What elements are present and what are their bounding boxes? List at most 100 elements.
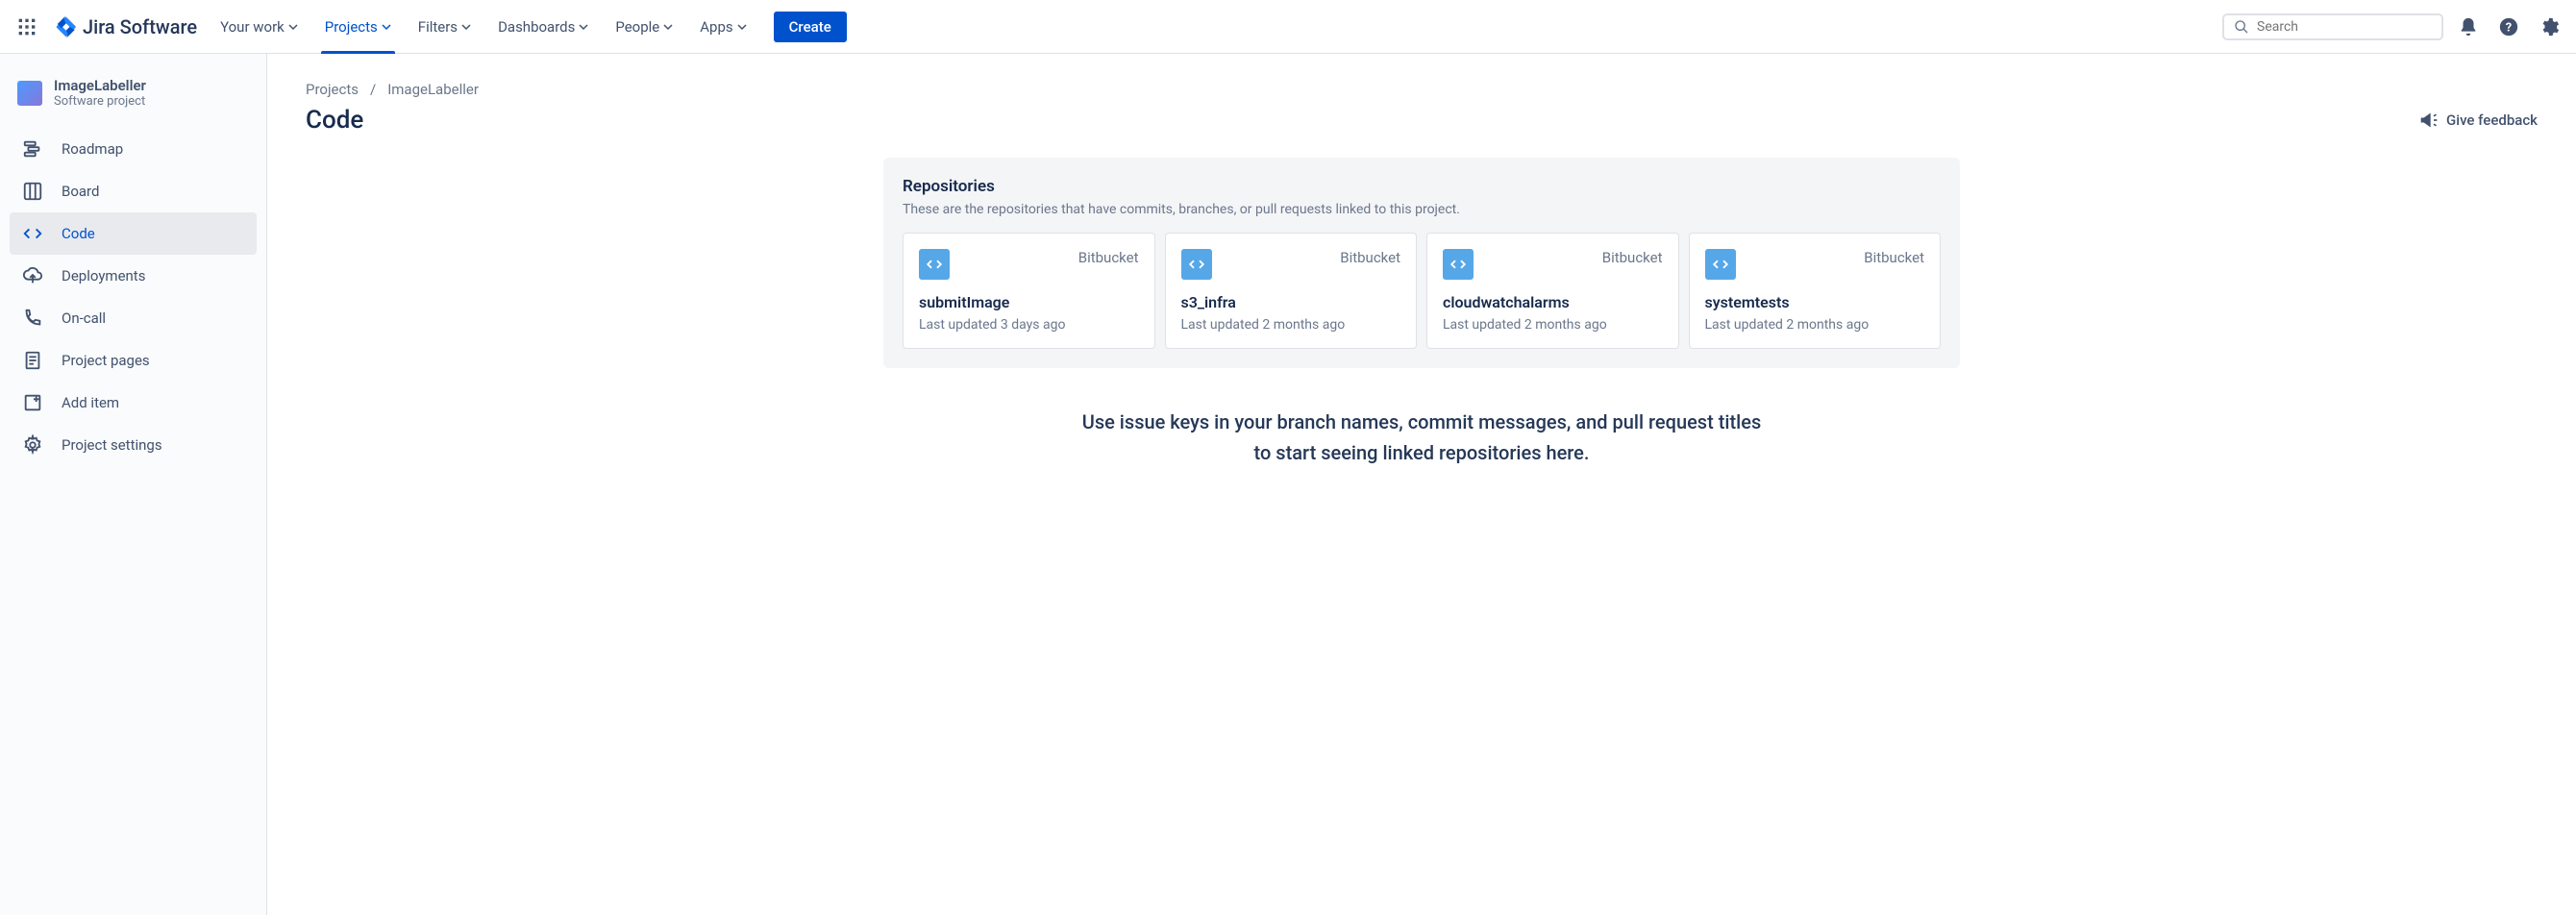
- chevron-down-icon: [461, 22, 471, 32]
- repo-card[interactable]: Bitbucket s3_infra Last updated 2 months…: [1165, 233, 1418, 349]
- hint-line-1: Use issue keys in your branch names, com…: [1028, 407, 1816, 437]
- sidebar: ImageLabeller Software project Roadmap B…: [0, 54, 267, 915]
- code-icon: [1443, 249, 1474, 280]
- logo-text: Jira Software: [83, 15, 197, 38]
- repo-updated: Last updated 2 months ago: [1705, 317, 1925, 333]
- deployments-icon: [21, 264, 44, 287]
- nav-projects[interactable]: Projects: [313, 0, 403, 54]
- repo-source: Bitbucket: [1864, 249, 1924, 266]
- nav-label: Your work: [220, 18, 285, 36]
- sidebar-item-label: Project settings: [62, 436, 162, 454]
- roadmap-icon: [21, 137, 44, 161]
- search-box[interactable]: [2222, 13, 2443, 40]
- breadcrumb-project-name[interactable]: ImageLabeller: [387, 81, 479, 98]
- sidebar-item-label: Project pages: [62, 352, 150, 369]
- chevron-down-icon: [737, 22, 747, 32]
- feedback-label: Give feedback: [2446, 111, 2538, 129]
- repo-updated: Last updated 2 months ago: [1443, 317, 1663, 333]
- sidebar-item-roadmap[interactable]: Roadmap: [10, 128, 257, 170]
- repo-card[interactable]: Bitbucket submitImage Last updated 3 day…: [903, 233, 1155, 349]
- repo-name: s3_infra: [1181, 293, 1401, 311]
- board-icon: [21, 180, 44, 203]
- settings-button[interactable]: [2534, 12, 2564, 42]
- empty-state-hint: Use issue keys in your branch names, com…: [1028, 407, 1816, 468]
- project-avatar: [17, 81, 42, 106]
- repo-source: Bitbucket: [1340, 249, 1400, 266]
- chevron-down-icon: [382, 22, 391, 32]
- sidebar-item-label: Deployments: [62, 267, 145, 284]
- app-switcher-button[interactable]: [12, 12, 42, 42]
- repo-card[interactable]: Bitbucket systemtests Last updated 2 mon…: [1689, 233, 1942, 349]
- layout: ImageLabeller Software project Roadmap B…: [0, 54, 2576, 915]
- nav-label: Projects: [325, 18, 378, 36]
- sidebar-item-label: Add item: [62, 394, 119, 411]
- nav-label: Apps: [700, 18, 732, 36]
- topnav-right: ?: [2222, 12, 2564, 42]
- breadcrumb: Projects / ImageLabeller: [306, 81, 2538, 98]
- page-header: Code Give feedback: [306, 106, 2538, 135]
- code-icon: [21, 222, 44, 245]
- repo-source: Bitbucket: [1078, 249, 1139, 266]
- sidebar-item-project-settings[interactable]: Project settings: [10, 424, 257, 466]
- repo-card[interactable]: Bitbucket cloudwatchalarms Last updated …: [1426, 233, 1679, 349]
- sidebar-item-project-pages[interactable]: Project pages: [10, 339, 257, 382]
- topnav-left: Jira Software Your work Projects Filters…: [12, 0, 847, 54]
- repositories-panel: Repositories These are the repositories …: [883, 158, 1960, 368]
- hint-line-2: to start seeing linked repositories here…: [1028, 437, 1816, 468]
- sidebar-item-label: Board: [62, 183, 99, 200]
- settings-icon: [21, 433, 44, 457]
- project-name: ImageLabeller: [54, 77, 146, 94]
- top-navigation: Jira Software Your work Projects Filters…: [0, 0, 2576, 54]
- project-header[interactable]: ImageLabeller Software project: [10, 77, 257, 128]
- search-input[interactable]: [2257, 19, 2432, 35]
- oncall-icon: [21, 307, 44, 330]
- jira-logo-icon: [54, 15, 77, 38]
- sidebar-item-board[interactable]: Board: [10, 170, 257, 212]
- sidebar-item-label: On-call: [62, 309, 106, 327]
- create-button[interactable]: Create: [774, 12, 847, 42]
- search-icon: [2234, 19, 2249, 35]
- repo-name: submitImage: [919, 293, 1139, 311]
- repo-source: Bitbucket: [1602, 249, 1663, 266]
- nav-label: Dashboards: [498, 18, 575, 36]
- nav-apps[interactable]: Apps: [688, 0, 757, 54]
- pages-icon: [21, 349, 44, 372]
- give-feedback-button[interactable]: Give feedback: [2419, 111, 2538, 130]
- nav-label: Filters: [418, 18, 458, 36]
- code-icon: [919, 249, 950, 280]
- repo-name: cloudwatchalarms: [1443, 293, 1663, 311]
- app-switcher-icon: [17, 17, 37, 37]
- bell-icon: [2458, 16, 2479, 37]
- nav-dashboards[interactable]: Dashboards: [486, 0, 600, 54]
- code-icon: [1181, 249, 1212, 280]
- gear-icon: [2539, 16, 2560, 37]
- nav-your-work[interactable]: Your work: [209, 0, 310, 54]
- repo-updated: Last updated 3 days ago: [919, 317, 1139, 333]
- breadcrumb-projects[interactable]: Projects: [306, 81, 359, 98]
- sidebar-item-label: Roadmap: [62, 140, 123, 158]
- nav-filters[interactable]: Filters: [407, 0, 483, 54]
- sidebar-item-label: Code: [62, 225, 95, 242]
- main-content: Projects / ImageLabeller Code Give feedb…: [267, 54, 2576, 915]
- repository-cards: Bitbucket submitImage Last updated 3 day…: [903, 233, 1941, 349]
- sidebar-item-add-item[interactable]: Add item: [10, 382, 257, 424]
- nav-label: People: [615, 18, 659, 36]
- repo-updated: Last updated 2 months ago: [1181, 317, 1401, 333]
- notifications-button[interactable]: [2453, 12, 2484, 42]
- page-title: Code: [306, 106, 363, 135]
- svg-text:?: ?: [2506, 20, 2512, 35]
- chevron-down-icon: [579, 22, 588, 32]
- breadcrumb-separator: /: [370, 81, 376, 98]
- help-icon: ?: [2498, 16, 2519, 37]
- chevron-down-icon: [288, 22, 298, 32]
- help-button[interactable]: ?: [2493, 12, 2524, 42]
- sidebar-item-oncall[interactable]: On-call: [10, 297, 257, 339]
- jira-logo[interactable]: Jira Software: [46, 15, 205, 38]
- sidebar-item-code[interactable]: Code: [10, 212, 257, 255]
- sidebar-item-deployments[interactable]: Deployments: [10, 255, 257, 297]
- code-icon: [1705, 249, 1736, 280]
- nav-people[interactable]: People: [604, 0, 684, 54]
- repo-name: systemtests: [1705, 293, 1925, 311]
- add-item-icon: [21, 391, 44, 414]
- repositories-description: These are the repositories that have com…: [903, 202, 1941, 217]
